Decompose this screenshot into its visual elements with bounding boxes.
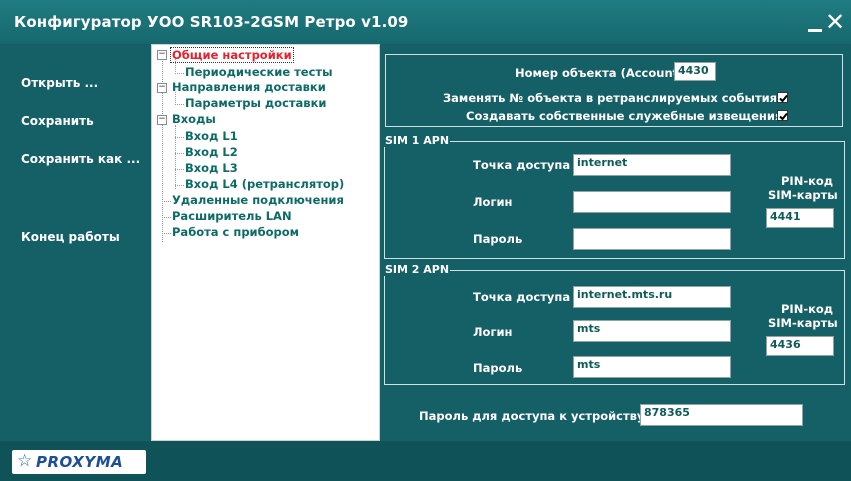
tree-connector bbox=[162, 201, 171, 202]
own-service-label: Создавать собственные служебные извещени… bbox=[466, 109, 783, 123]
save-button[interactable]: Сохранить bbox=[21, 114, 94, 128]
device-password-label: Пароль для доступа к устройству: bbox=[419, 409, 650, 423]
tree-item-input-l3[interactable]: Вход L3 bbox=[185, 161, 238, 175]
tree-item-delivery-directions[interactable]: Направления доставки bbox=[172, 80, 326, 94]
settings-tree: − Общие настройки Периодические тесты − … bbox=[151, 44, 380, 441]
title-bar: Конфигуратор УОО SR103-2GSM Ретро v1.09 … bbox=[0, 0, 851, 44]
device-password-input[interactable]: 878365 bbox=[640, 404, 803, 426]
replace-account-checkbox[interactable] bbox=[777, 92, 788, 103]
app-window: Конфигуратор УОО SR103-2GSM Ретро v1.09 … bbox=[0, 0, 851, 481]
tree-connector bbox=[175, 125, 176, 189]
exit-button[interactable]: Конец работы bbox=[21, 230, 120, 244]
tree-item-periodic-tests[interactable]: Периодические тесты bbox=[185, 65, 332, 79]
sim2-apn-input[interactable]: internet.mts.ru bbox=[573, 286, 731, 308]
open-button[interactable]: Открыть ... bbox=[21, 76, 98, 90]
tree-item-inputs[interactable]: Входы bbox=[172, 112, 216, 126]
tree-connector bbox=[162, 233, 171, 234]
account-input[interactable]: 4430 bbox=[674, 62, 716, 81]
collapse-icon[interactable]: − bbox=[157, 50, 167, 60]
logo-text: PROXYMA bbox=[36, 453, 124, 471]
checkmark-icon bbox=[779, 94, 788, 103]
collapse-icon[interactable]: − bbox=[157, 115, 167, 125]
tree-item-delivery-params[interactable]: Параметры доставки bbox=[185, 96, 326, 110]
tree-connector bbox=[162, 217, 171, 218]
sim2-apn-label: Точка доступа bbox=[473, 290, 571, 304]
tree-connector bbox=[175, 137, 184, 138]
sim1-pin-label-2: SIM-карты bbox=[768, 188, 838, 202]
sim2-pin-label-2: SIM-карты bbox=[768, 316, 838, 330]
save-as-button[interactable]: Сохранить как ... bbox=[21, 152, 140, 166]
tree-item-general[interactable]: Общие настройки bbox=[170, 47, 294, 63]
sim1-password-label: Пароль bbox=[473, 232, 523, 246]
sim2-login-label: Логин bbox=[473, 325, 513, 339]
proxyma-logo: ☆ PROXYMA bbox=[12, 450, 146, 474]
sim2-password-input[interactable]: mts bbox=[573, 356, 731, 378]
sim2-password-label: Пароль bbox=[473, 361, 523, 375]
sim1-pin-input[interactable]: 4441 bbox=[766, 208, 834, 228]
close-button[interactable]: ✕ bbox=[823, 9, 847, 35]
sim1-login-label: Логин bbox=[473, 195, 513, 209]
tree-connector bbox=[175, 153, 184, 154]
tree-item-remote-connections[interactable]: Удаленные подключения bbox=[172, 193, 344, 207]
collapse-icon[interactable]: − bbox=[157, 83, 167, 93]
sim1-login-input[interactable] bbox=[573, 191, 731, 213]
minimize-icon bbox=[808, 29, 822, 32]
tree-item-device-work[interactable]: Работа с прибором bbox=[172, 225, 299, 239]
checkmark-icon bbox=[779, 112, 788, 121]
sim1-legend: SIM 1 APN bbox=[384, 134, 451, 147]
sim2-legend: SIM 2 APN bbox=[384, 263, 451, 276]
star-icon: ☆ bbox=[17, 451, 33, 471]
sim1-apn-input[interactable]: internet bbox=[573, 154, 731, 176]
sim2-pin-label: PIN-код bbox=[781, 302, 834, 316]
tree-item-input-l4[interactable]: Вход L4 (ретранслятор) bbox=[185, 177, 344, 191]
account-label: Номер объекта (Account) bbox=[515, 66, 684, 80]
sim2-pin-input[interactable]: 4436 bbox=[766, 336, 834, 356]
close-icon: ✕ bbox=[824, 8, 846, 36]
sim2-login-input[interactable]: mts bbox=[573, 320, 731, 342]
tree-item-input-l2[interactable]: Вход L2 bbox=[185, 145, 238, 159]
own-service-checkbox[interactable] bbox=[777, 110, 788, 121]
tree-item-input-l1[interactable]: Вход L1 bbox=[185, 129, 238, 143]
tree-connector bbox=[175, 169, 184, 170]
window-title: Конфигуратор УОО SR103-2GSM Ретро v1.09 bbox=[14, 13, 409, 31]
tree-item-lan-extender[interactable]: Расширитель LAN bbox=[172, 209, 292, 223]
sim1-password-input[interactable] bbox=[573, 228, 731, 250]
tree-connector bbox=[175, 104, 184, 105]
sim1-apn-label: Точка доступа bbox=[473, 158, 571, 172]
replace-account-label: Заменять № объекта в ретранслируемых соб… bbox=[443, 91, 785, 105]
sim1-pin-label: PIN-код bbox=[781, 174, 834, 188]
tree-connector bbox=[175, 73, 184, 74]
tree-connector bbox=[175, 185, 184, 186]
